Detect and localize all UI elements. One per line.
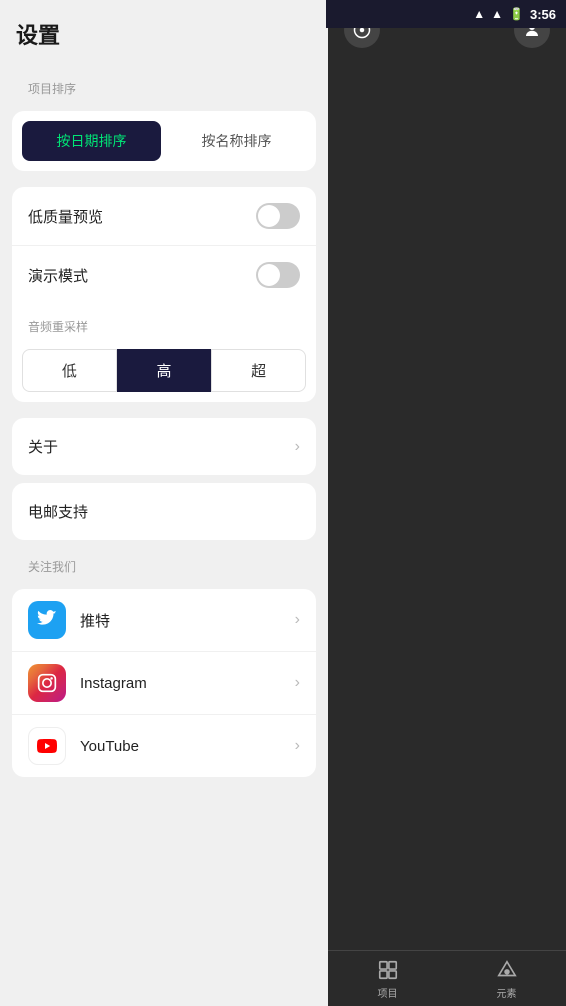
nav-elements-item[interactable]: 元素 <box>495 958 519 1000</box>
about-label: 关于 <box>28 436 58 457</box>
battery-icon: 🔋 <box>509 7 524 21</box>
instagram-label: Instagram <box>80 675 147 692</box>
low-quality-preview-row: 低质量预览 <box>12 187 316 245</box>
twitter-icon <box>28 601 66 639</box>
youtube-item[interactable]: YouTube › <box>12 714 316 777</box>
sort-buttons-container: 按日期排序 按名称排序 <box>12 111 316 171</box>
about-card: 关于 › <box>12 418 316 475</box>
demo-mode-row: 演示模式 <box>12 245 316 304</box>
about-chevron-icon: › <box>295 438 300 456</box>
sort-by-name-button[interactable]: 按名称排序 <box>167 121 306 161</box>
projects-nav-label: 项目 <box>378 985 398 1000</box>
instagram-icon <box>28 664 66 702</box>
twitter-item[interactable]: 推特 › <box>12 589 316 651</box>
resample-buttons-container: 低 高 超 <box>12 341 316 402</box>
instagram-chevron-icon: › <box>295 674 300 692</box>
status-time: 3:56 <box>530 7 556 22</box>
instagram-item[interactable]: Instagram › <box>12 651 316 714</box>
toggles-card: 低质量预览 演示模式 音频重采样 低 高 超 <box>12 187 316 402</box>
low-quality-preview-toggle[interactable] <box>256 203 300 229</box>
about-item[interactable]: 关于 › <box>12 418 316 475</box>
settings-panel: 设置 项目排序 按日期排序 按名称排序 低质量预览 演示模式 音频重采样 低 高… <box>0 0 328 1006</box>
follow-card: 推特 › Instagram › <box>12 589 316 777</box>
resample-high-button[interactable]: 高 <box>117 349 212 392</box>
email-support-item[interactable]: 电邮支持 <box>12 483 316 540</box>
sort-card: 按日期排序 按名称排序 <box>12 111 316 171</box>
elements-icon <box>495 958 519 982</box>
youtube-icon <box>28 727 66 765</box>
demo-mode-toggle[interactable] <box>256 262 300 288</box>
resample-ultra-button[interactable]: 超 <box>211 349 306 392</box>
resample-section-label: 音频重采样 <box>12 308 316 341</box>
demo-mode-label: 演示模式 <box>28 265 88 286</box>
youtube-label: YouTube <box>80 738 139 755</box>
bottom-nav: 项目 元素 <box>328 950 566 1006</box>
low-quality-preview-label: 低质量预览 <box>28 206 103 227</box>
right-panel: ▲ ▲ 🔋 3:56 <box>328 0 566 1006</box>
twitter-chevron-icon: › <box>295 611 300 629</box>
wifi-icon: ▲ <box>473 7 485 21</box>
sort-section-label: 项目排序 <box>12 70 316 103</box>
page-title: 设置 <box>0 0 328 62</box>
nav-projects-item[interactable]: 项目 <box>376 958 400 1000</box>
email-support-label: 电邮支持 <box>28 501 88 522</box>
projects-icon <box>376 958 400 982</box>
twitter-label: 推特 <box>80 610 110 631</box>
follow-section-label: 关注我们 <box>12 548 316 581</box>
resample-low-button[interactable]: 低 <box>22 349 117 392</box>
youtube-chevron-icon: › <box>295 737 300 755</box>
elements-nav-label: 元素 <box>497 985 517 1000</box>
status-bar: ▲ ▲ 🔋 3:56 <box>326 0 566 28</box>
signal-icon: ▲ <box>491 7 503 21</box>
email-card: 电邮支持 <box>12 483 316 540</box>
sort-by-date-button[interactable]: 按日期排序 <box>22 121 161 161</box>
